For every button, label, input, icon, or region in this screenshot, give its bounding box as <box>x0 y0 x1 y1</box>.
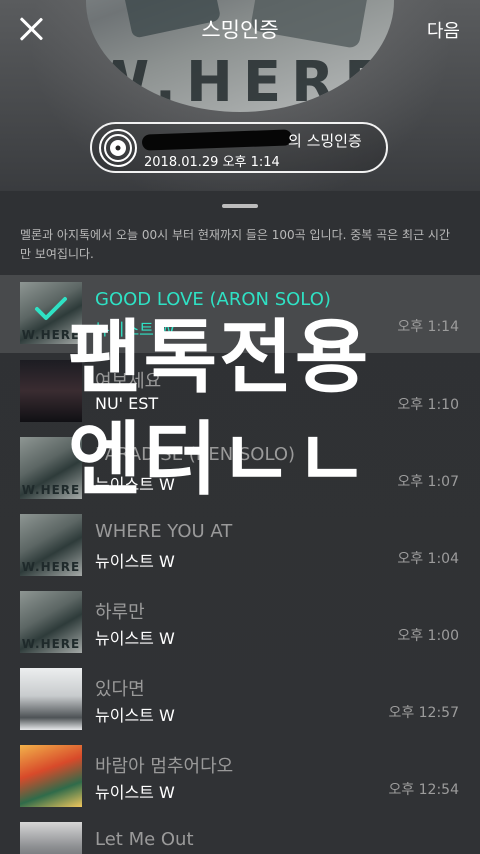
song-title: 있다면 <box>95 679 145 700</box>
song-time: 오후 1:04 <box>397 551 459 567</box>
list-item[interactable]: Let Me Out <box>0 815 480 854</box>
song-title: WHERE YOU AT <box>95 521 233 542</box>
song-time: 오후 1:14 <box>397 319 459 335</box>
overlay-text-line-1: 팬톡전용 <box>68 311 371 404</box>
song-title: GOOD LOVE (ARON SOLO) <box>95 289 331 310</box>
song-artist: 뉴이스트 W <box>95 706 175 725</box>
album-thumbnail: W.HERE <box>20 591 82 653</box>
album-thumbnail <box>20 822 82 854</box>
certificate-badge: 의 스밍인증 2018.01.29 오후 1:14 <box>90 122 388 173</box>
song-title: 바람아 멈추어다오 <box>95 756 234 777</box>
header: W.HERE 스밍인증 다음 의 스밍인증 2018.01.29 오후 1:14 <box>0 0 480 190</box>
song-time: 오후 1:00 <box>397 628 459 644</box>
history-sheet: 멜론과 아지톡에서 오늘 00시 부터 현재까지 들은 100곡 입니다. 중복… <box>0 191 480 854</box>
song-time: 오후 12:54 <box>388 782 459 798</box>
overlay-text-line-2: 엔터ㄴㄴ <box>68 413 371 506</box>
song-artist: 뉴이스트 W <box>95 552 175 571</box>
thumbnail-wordmark: W.HERE <box>21 560 81 574</box>
thumbnail-wordmark: W.HERE <box>21 637 81 651</box>
song-title: 하루만 <box>95 602 145 623</box>
history-notice: 멜론과 아지톡에서 오늘 00시 부터 현재까지 들은 100곡 입니다. 중복… <box>20 228 451 261</box>
list-item[interactable]: 바람아 멈추어다오 뉴이스트 W 오후 12:54 <box>0 738 480 816</box>
song-artist: 뉴이스트 W <box>95 783 175 802</box>
song-time: 오후 12:57 <box>388 705 459 721</box>
certificate-date: 2018.01.29 오후 1:14 <box>144 155 280 170</box>
certificate-label: 의 스밍인증 <box>288 132 362 150</box>
page-title: 스밍인증 <box>201 18 279 42</box>
album-thumbnail <box>20 745 82 807</box>
list-item[interactable]: W.HERE 하루만 뉴이스트 W 오후 1:00 <box>0 584 480 662</box>
song-time: 오후 1:07 <box>397 474 459 490</box>
next-button[interactable]: 다음 <box>427 17 460 43</box>
list-item[interactable]: 있다면 뉴이스트 W 오후 12:57 <box>0 661 480 739</box>
album-wordmark: W.HERE <box>87 50 393 112</box>
song-time: 오후 1:10 <box>397 397 459 413</box>
check-icon <box>35 297 67 320</box>
album-thumbnail <box>20 668 82 730</box>
list-item[interactable]: W.HERE WHERE YOU AT 뉴이스트 W 오후 1:04 <box>0 507 480 585</box>
sheet-drag-handle[interactable] <box>222 204 258 208</box>
song-title: Let Me Out <box>95 829 194 850</box>
album-thumbnail: W.HERE <box>20 514 82 576</box>
disc-icon <box>99 129 137 167</box>
song-artist: 뉴이스트 W <box>95 629 175 648</box>
redacted-username <box>141 129 293 151</box>
